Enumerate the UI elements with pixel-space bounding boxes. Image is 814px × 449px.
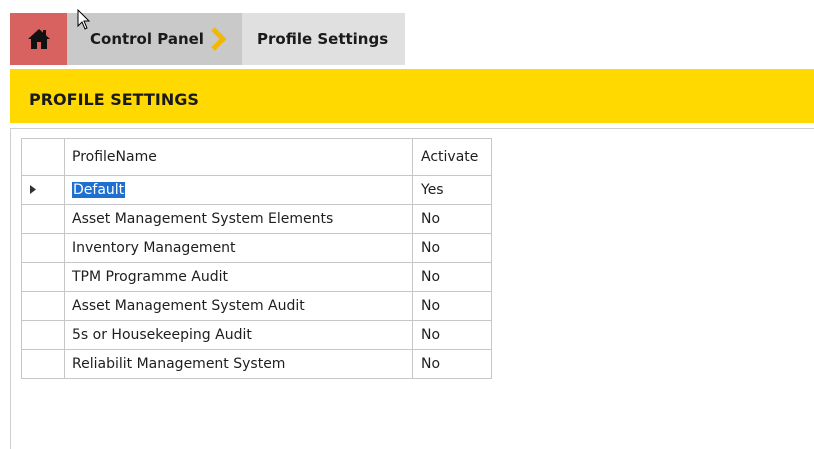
row-header[interactable] xyxy=(21,175,65,205)
cell-profilename[interactable]: TPM Programme Audit xyxy=(64,262,413,292)
cell-activate[interactable]: Yes xyxy=(412,175,492,205)
table-row[interactable]: Asset Management System Elements No xyxy=(21,204,492,234)
table-row[interactable]: Reliabilit Management System No xyxy=(21,349,492,379)
table-row[interactable]: 5s or Housekeeping Audit No xyxy=(21,320,492,350)
mouse-cursor-icon xyxy=(77,9,91,30)
row-header[interactable] xyxy=(21,233,65,263)
column-header-profilename[interactable]: ProfileName xyxy=(64,138,413,176)
selected-cell-text: Default xyxy=(72,182,126,198)
current-row-arrow-icon xyxy=(30,185,36,194)
cell-activate[interactable]: No xyxy=(412,233,492,263)
profiles-grid: ProfileName Activate Default Yes Asset M… xyxy=(21,138,492,379)
cell-activate[interactable]: No xyxy=(412,320,492,350)
row-header[interactable] xyxy=(21,320,65,350)
cell-profilename[interactable]: 5s or Housekeeping Audit xyxy=(64,320,413,350)
cell-activate[interactable]: No xyxy=(412,291,492,321)
row-header[interactable] xyxy=(21,204,65,234)
page-title-band: PROFILE SETTINGS xyxy=(10,69,814,123)
chevron-right-icon xyxy=(211,27,226,51)
breadcrumb-label: Profile Settings xyxy=(257,30,389,48)
breadcrumb-control-panel[interactable]: Control Panel xyxy=(67,13,242,65)
cell-profilename[interactable]: Default xyxy=(64,175,413,205)
breadcrumb: Control Panel Profile Settings xyxy=(10,13,405,65)
breadcrumb-profile-settings[interactable]: Profile Settings xyxy=(242,13,405,65)
cell-profilename[interactable]: Reliabilit Management System xyxy=(64,349,413,379)
row-header-corner xyxy=(21,138,65,176)
cell-profilename[interactable]: Inventory Management xyxy=(64,233,413,263)
home-icon xyxy=(27,29,50,49)
cell-activate[interactable]: No xyxy=(412,262,492,292)
table-row[interactable]: Asset Management System Audit No xyxy=(21,291,492,321)
breadcrumb-label: Control Panel xyxy=(90,30,204,48)
cell-profilename[interactable]: Asset Management System Elements xyxy=(64,204,413,234)
column-header-activate[interactable]: Activate xyxy=(412,138,492,176)
table-row[interactable]: Inventory Management No xyxy=(21,233,492,263)
row-header[interactable] xyxy=(21,291,65,321)
page-title: PROFILE SETTINGS xyxy=(29,90,199,109)
row-header[interactable] xyxy=(21,349,65,379)
row-header[interactable] xyxy=(21,262,65,292)
table-row[interactable]: TPM Programme Audit No xyxy=(21,262,492,292)
grid-header-row: ProfileName Activate xyxy=(21,138,492,176)
cell-profilename[interactable]: Asset Management System Audit xyxy=(64,291,413,321)
home-button[interactable] xyxy=(10,13,67,65)
cell-activate[interactable]: No xyxy=(412,349,492,379)
table-row[interactable]: Default Yes xyxy=(21,175,492,205)
cell-activate[interactable]: No xyxy=(412,204,492,234)
